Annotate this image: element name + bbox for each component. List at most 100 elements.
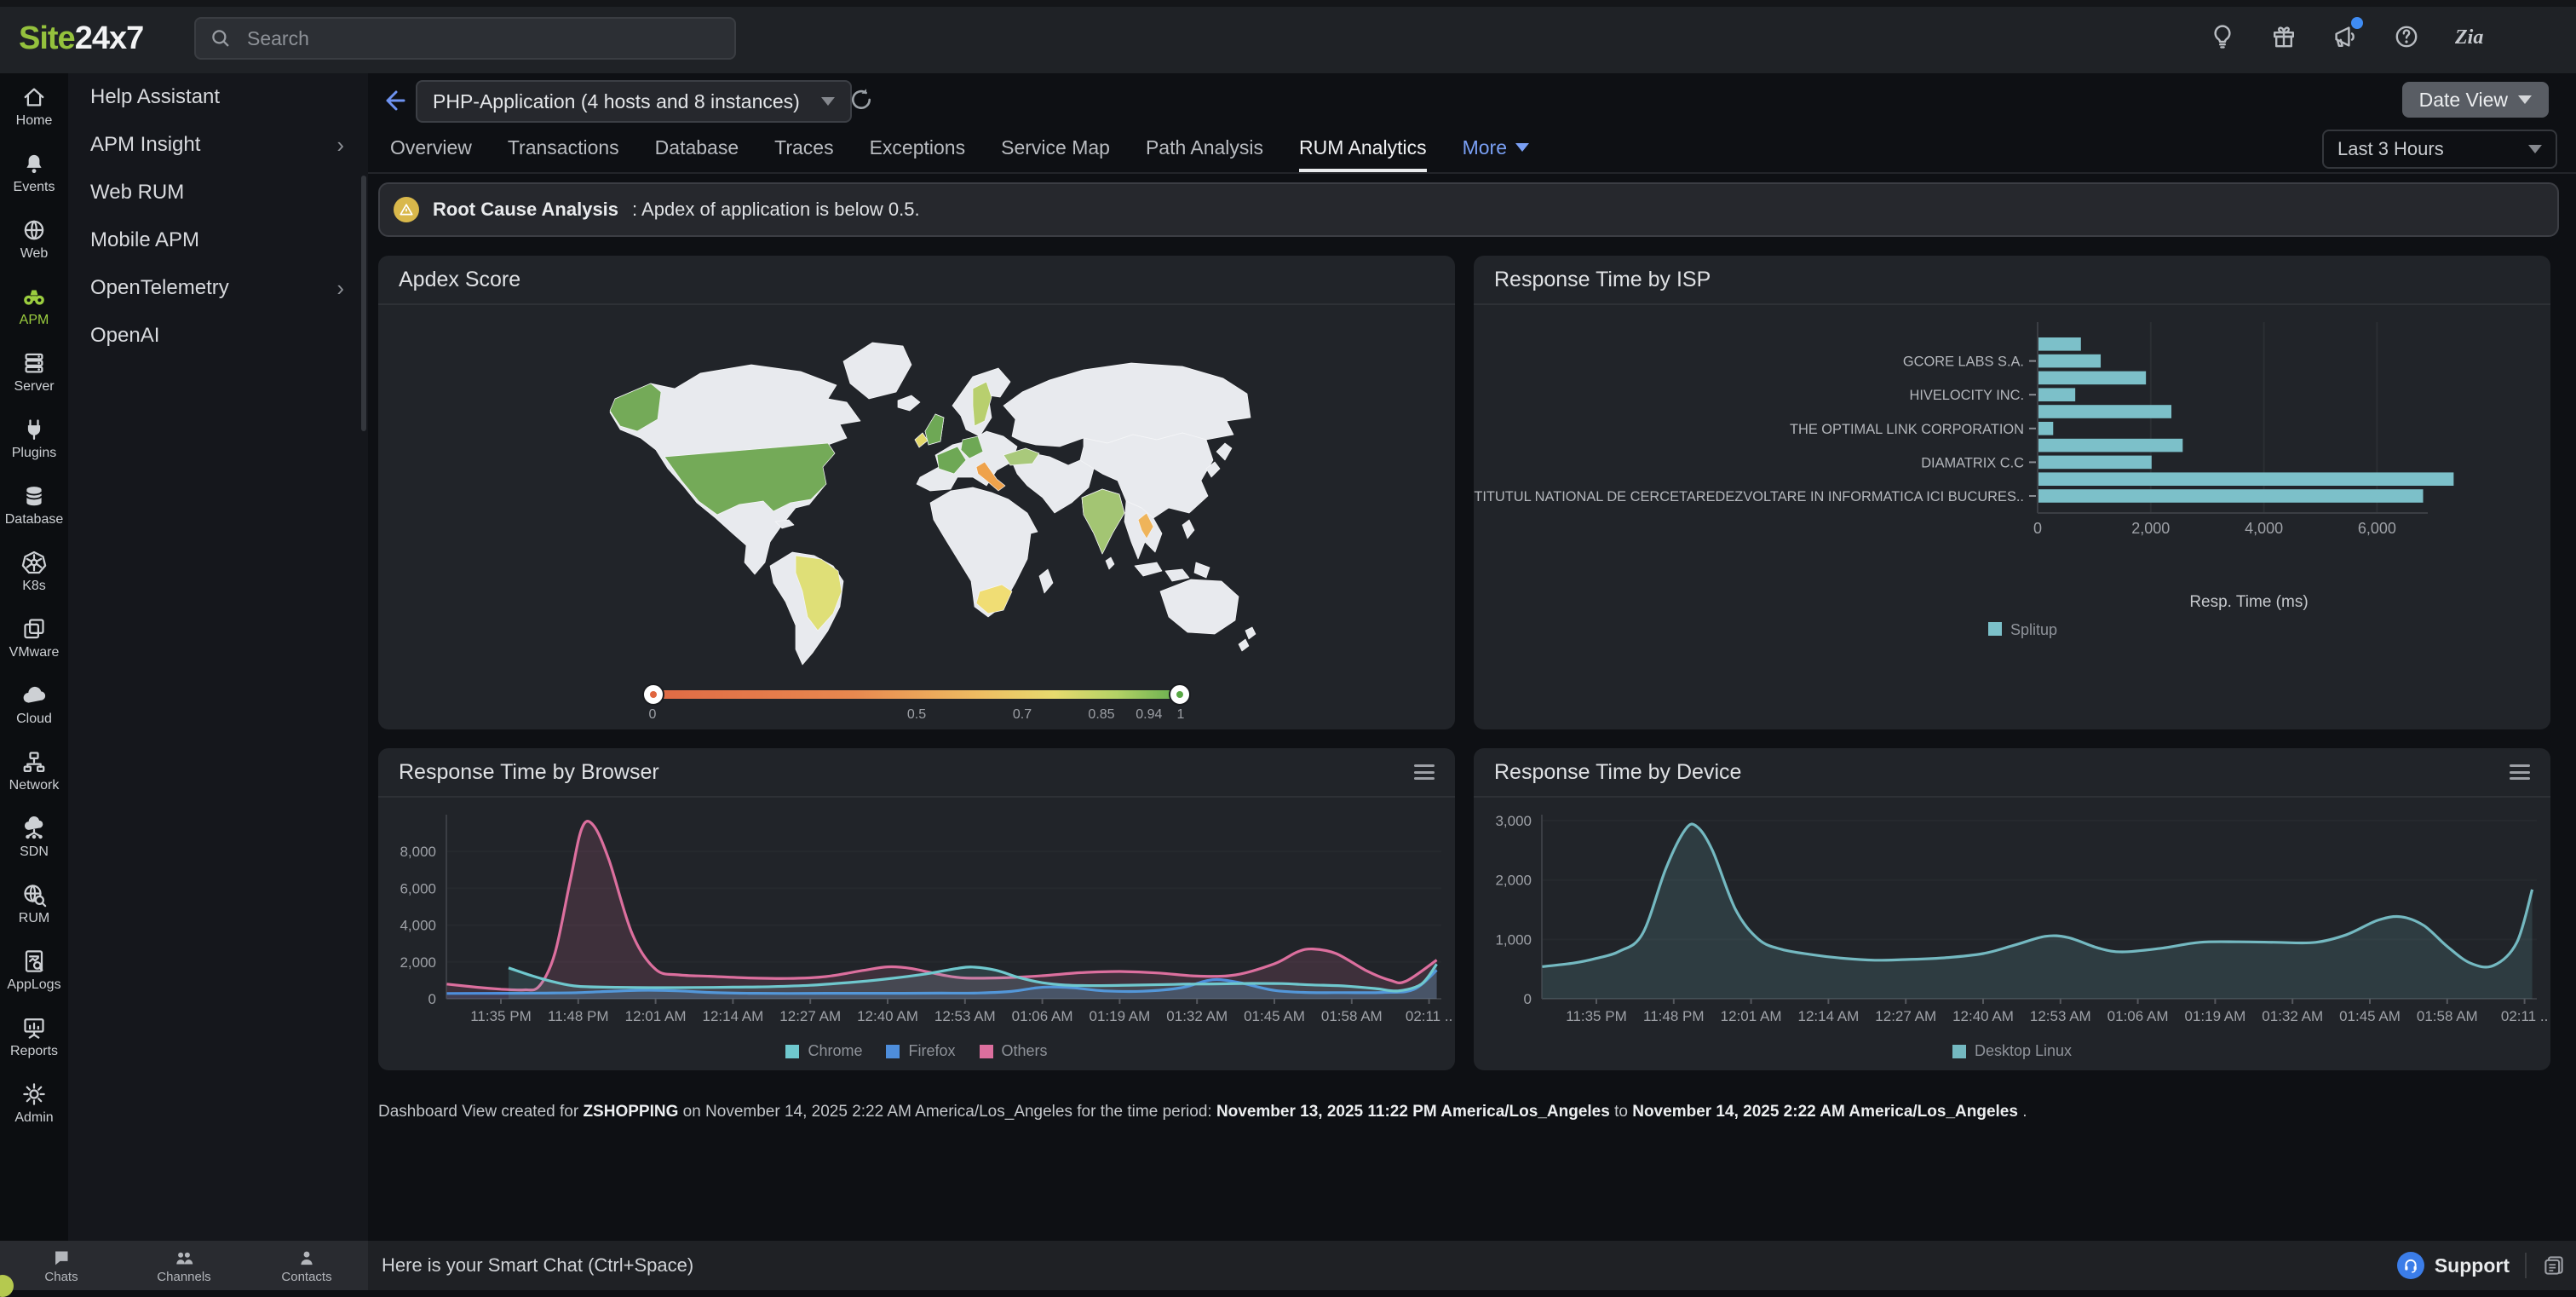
scale-tick-label: 0 xyxy=(649,707,657,723)
tab-transactions[interactable]: Transactions xyxy=(508,123,619,172)
sidebar-item-sdn[interactable]: SDN xyxy=(0,804,68,871)
sidebar-item-vmware[interactable]: VMware xyxy=(0,605,68,672)
gift-icon[interactable] xyxy=(2269,22,2298,51)
slider-handle-min[interactable] xyxy=(642,683,664,706)
legend-item-firefox[interactable]: Firefox xyxy=(886,1042,955,1060)
isp-bar[interactable] xyxy=(2038,355,2101,368)
sidebar-item-server[interactable]: Server xyxy=(0,339,68,406)
sidebar-item-home[interactable]: Home xyxy=(0,73,68,140)
menu-item-web-rum[interactable]: Web RUM xyxy=(68,169,368,216)
country-ireland[interactable] xyxy=(915,433,928,447)
legend-item-chrome[interactable]: Chrome xyxy=(785,1042,862,1060)
response-time-by-browser-card: Response Time by Browser 02,0004,0006,00… xyxy=(378,748,1455,1070)
slider-handle-max[interactable] xyxy=(1169,683,1191,706)
sidebar-item-database[interactable]: Database xyxy=(0,472,68,539)
tab-traces[interactable]: Traces xyxy=(774,123,833,172)
card-menu-icon[interactable] xyxy=(2510,764,2530,780)
dock-item-chats[interactable]: Chats xyxy=(0,1241,123,1290)
applogs-icon xyxy=(21,948,47,974)
network-icon xyxy=(21,749,47,775)
svg-text:12:27 AM: 12:27 AM xyxy=(1875,1008,1936,1024)
menu-item-mobile-apm[interactable]: Mobile APM xyxy=(68,216,368,264)
menu-item-openai[interactable]: OpenAI xyxy=(68,312,368,360)
isp-bar[interactable] xyxy=(2038,388,2075,401)
application-selector[interactable]: PHP-Application (4 hosts and 8 instances… xyxy=(416,80,852,123)
sidebar-item-cloud[interactable]: Cloud xyxy=(0,672,68,738)
isp-legend-label[interactable]: Splitup xyxy=(2010,621,2057,638)
zia-icon[interactable]: Zia xyxy=(2453,22,2498,51)
sidebar-item-applogs[interactable]: AppLogs xyxy=(0,937,68,1004)
support-button[interactable]: Support xyxy=(2397,1252,2510,1279)
tab-overview[interactable]: Overview xyxy=(390,123,472,172)
help-icon[interactable] xyxy=(2392,22,2421,51)
sidebar-item-apm[interactable]: APM xyxy=(0,273,68,339)
scale-tick-label: 0.85 xyxy=(1088,707,1114,723)
bulb-icon[interactable] xyxy=(2208,22,2237,51)
tab-path-analysis[interactable]: Path Analysis xyxy=(1146,123,1263,172)
sidebar-item-k8s[interactable]: K8s xyxy=(0,539,68,605)
menu-item-help-assistant[interactable]: Help Assistant xyxy=(68,73,368,121)
device-line-chart: 01,0002,0003,00011:35 PM11:48 PM12:01 AM… xyxy=(1474,798,2550,1036)
apps-grid-icon[interactable] xyxy=(2530,22,2559,51)
search-input[interactable] xyxy=(244,26,721,52)
megaphone-icon[interactable] xyxy=(2331,22,2360,51)
sidebar-item-admin[interactable]: Admin xyxy=(0,1070,68,1137)
sidebar-item-network[interactable]: Network xyxy=(0,738,68,804)
isp-bar[interactable] xyxy=(2038,422,2053,435)
headset-icon xyxy=(2397,1252,2424,1279)
chevron-right-icon: › xyxy=(336,275,344,302)
sidebar-item-label: Events xyxy=(14,180,55,195)
svg-text:01:19 AM: 01:19 AM xyxy=(2184,1008,2245,1024)
refresh-button[interactable] xyxy=(848,87,876,114)
panel-scrollbar[interactable] xyxy=(361,176,366,431)
menu-item-label: APM Insight xyxy=(90,133,200,157)
isp-category-label: DIAMATRIX C.C xyxy=(1921,455,2024,470)
dock-item-contacts[interactable]: Contacts xyxy=(245,1241,368,1290)
legend-item-others[interactable]: Others xyxy=(980,1042,1048,1060)
time-range-value: Last 3 Hours xyxy=(2337,138,2444,160)
tab-rum-analytics[interactable]: RUM Analytics xyxy=(1299,123,1427,172)
menu-item-opentelemetry[interactable]: OpenTelemetry › xyxy=(68,264,368,312)
isp-bar[interactable] xyxy=(2038,439,2182,453)
svg-text:02:11 ..: 02:11 .. xyxy=(2501,1008,2548,1024)
tab-database[interactable]: Database xyxy=(655,123,739,172)
isp-bar[interactable] xyxy=(2038,489,2424,503)
isp-bar[interactable] xyxy=(2038,372,2146,385)
back-button[interactable] xyxy=(380,87,407,114)
svg-text:6,000: 6,000 xyxy=(400,880,436,896)
sidebar-item-reports[interactable]: Reports xyxy=(0,1004,68,1070)
svg-text:Zia: Zia xyxy=(2454,26,2483,49)
database-icon xyxy=(21,483,47,509)
card-menu-icon[interactable] xyxy=(1414,764,1435,780)
isp-bar[interactable] xyxy=(2038,472,2453,486)
sidebar-item-label: VMware xyxy=(9,645,60,660)
menu-item-apm-insight[interactable]: APM Insight› xyxy=(68,121,368,169)
tab-service-map[interactable]: Service Map xyxy=(1001,123,1110,172)
isp-bar[interactable] xyxy=(2038,405,2171,418)
svg-text:12:27 AM: 12:27 AM xyxy=(779,1008,841,1024)
feedback-notes-icon[interactable] xyxy=(2542,1254,2566,1277)
k8s-icon xyxy=(21,550,47,575)
legend-item-desktop-linux[interactable]: Desktop Linux xyxy=(1952,1042,2072,1060)
time-range-select[interactable]: Last 3 Hours xyxy=(2322,130,2557,169)
date-view-button[interactable]: Date View xyxy=(2402,82,2549,118)
country-india[interactable] xyxy=(1082,489,1124,554)
sidebar-item-events[interactable]: Events xyxy=(0,140,68,206)
apdex-scale-slider: 00.50.70.850.941 xyxy=(653,683,1181,724)
smart-chat-hint[interactable]: Here is your Smart Chat (Ctrl+Space) xyxy=(382,1241,693,1290)
dock-item-channels[interactable]: Channels xyxy=(123,1241,245,1290)
sidebar-item-rum[interactable]: RUM xyxy=(0,871,68,937)
tab-more[interactable]: More xyxy=(1463,123,1529,172)
world-map[interactable] xyxy=(572,310,1262,668)
menu-item-label: OpenTelemetry xyxy=(90,276,229,300)
sidebar-item-label: Plugins xyxy=(12,446,56,461)
sidebar-item-web[interactable]: Web xyxy=(0,206,68,273)
isp-bar[interactable] xyxy=(2038,456,2152,470)
global-search[interactable] xyxy=(194,17,736,60)
svg-text:0: 0 xyxy=(1524,991,1532,1007)
country-united-kingdom[interactable] xyxy=(925,414,944,445)
isp-bar[interactable] xyxy=(2038,337,2081,351)
sidebar-item-plugins[interactable]: Plugins xyxy=(0,406,68,472)
tab-exceptions[interactable]: Exceptions xyxy=(870,123,966,172)
bottom-right-actions: Support xyxy=(2397,1241,2566,1290)
